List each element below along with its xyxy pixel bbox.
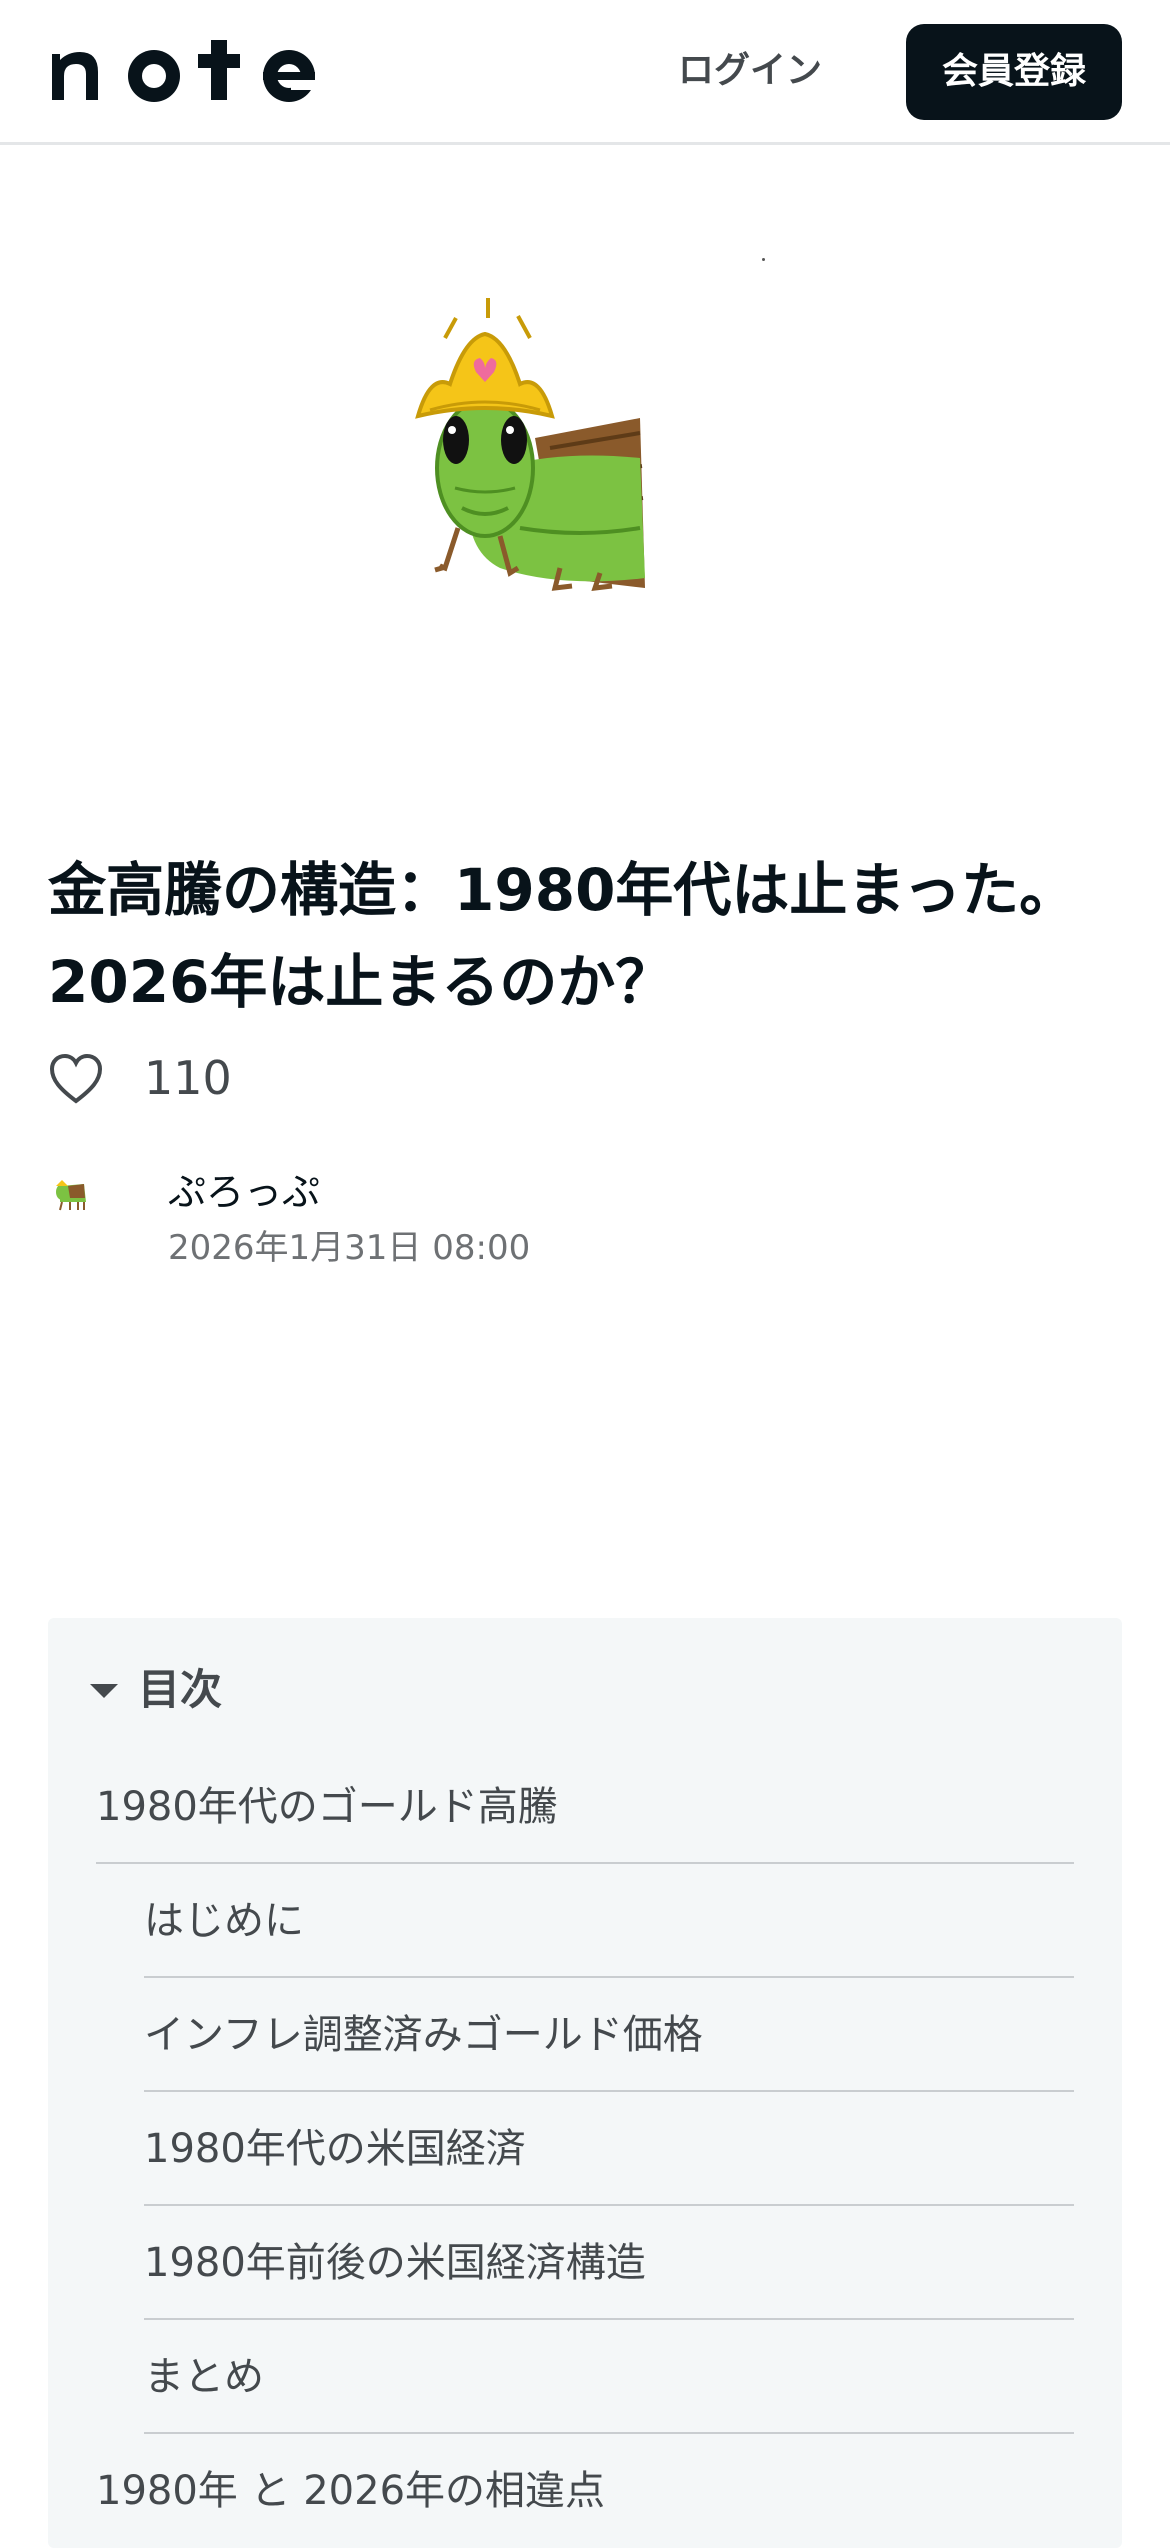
table-of-contents: 目次 1980年代のゴールド高騰 はじめに インフレ調整済みゴールド価格 198… (48, 1618, 1122, 2548)
grasshopper-illustration (415, 298, 645, 591)
hero-image (0, 148, 1170, 798)
like-count: 110 (144, 1051, 232, 1105)
toc-item[interactable]: インフレ調整済みゴールド価格 (144, 1978, 1074, 2092)
note-logo[interactable]: note (48, 38, 343, 106)
article-title: 金高騰の構造：1980年代は止まった。2026年は止まるのか？ (48, 856, 1078, 1016)
toc-title: 目次 (138, 1665, 223, 1714)
author-name[interactable]: ぷろっぷ (168, 1168, 320, 1216)
caret-down-icon (90, 1684, 118, 1698)
signup-button[interactable]: 会員登録 (906, 24, 1122, 120)
toc-item[interactable]: 1980年前後の米国経済構造 (144, 2206, 1074, 2320)
toc-item[interactable]: 1980年代の米国経済 (144, 2092, 1074, 2206)
toc-item[interactable]: まとめ (144, 2320, 1074, 2434)
login-button[interactable]: ログイン (660, 38, 840, 104)
toc-item[interactable]: 1980年代のゴールド高騰 (96, 1750, 1074, 1864)
image-dot (762, 258, 765, 261)
toc-item[interactable]: 1980年 と 2026年の相違点 (96, 2434, 1074, 2548)
author-avatar[interactable] (50, 1172, 94, 1216)
site-header: note ログイン 会員登録 (0, 0, 1170, 145)
post-date: 2026年1月31日 08:00 (168, 1228, 531, 1268)
toc-item[interactable]: はじめに (144, 1864, 1074, 1978)
heart-outline-icon[interactable] (48, 1053, 104, 1105)
